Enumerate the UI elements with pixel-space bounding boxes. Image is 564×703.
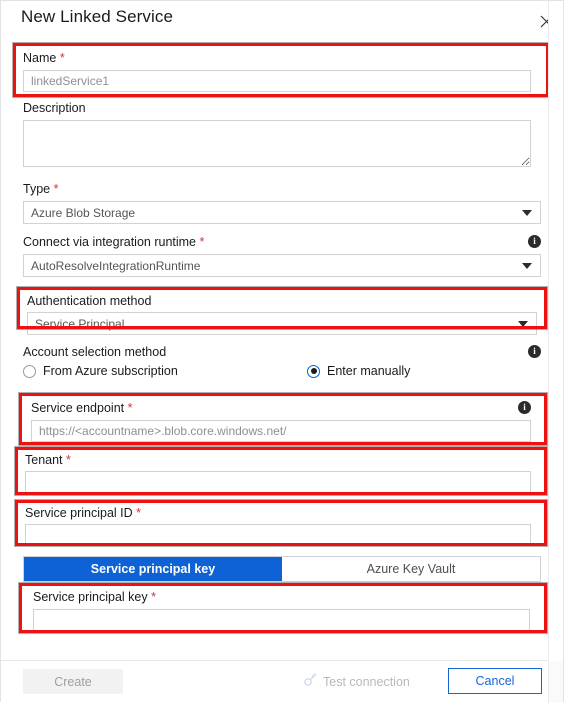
tab-azure-key-vault[interactable]: Azure Key Vault	[282, 557, 540, 581]
credential-tab-group: Service principal key Azure Key Vault	[23, 556, 541, 582]
required-marker: *	[151, 590, 156, 604]
integration-runtime-label: Connect via integration runtime *	[23, 235, 205, 249]
cancel-label: Cancel	[475, 674, 515, 688]
tab-service-principal-key[interactable]: Service principal key	[24, 557, 282, 581]
chevron-down-icon	[518, 320, 528, 327]
account-selection-label: Account selection method	[23, 345, 167, 359]
required-marker: *	[53, 182, 59, 196]
field-integration-runtime: Connect via integration runtime * i Auto…	[23, 235, 541, 277]
radio-label: Enter manually	[327, 364, 411, 378]
new-linked-service-dialog: New Linked Service Name * Description Ty…	[0, 0, 564, 703]
radio-enter-manually[interactable]: Enter manually	[307, 364, 410, 378]
description-label: Description	[23, 101, 86, 115]
field-service-endpoint: Service endpoint * i	[31, 401, 531, 442]
chevron-down-icon	[522, 209, 532, 216]
field-service-principal-id: Service principal ID *	[25, 506, 531, 546]
field-description: Description	[23, 101, 531, 167]
description-textarea[interactable]	[23, 120, 531, 167]
info-icon[interactable]: i	[518, 401, 531, 414]
auth-method-dropdown[interactable]: Service Principal	[27, 312, 537, 335]
footer-gutter	[548, 661, 563, 703]
auth-method-value: Service Principal	[35, 316, 125, 331]
service-endpoint-label: Service endpoint *	[31, 401, 133, 415]
service-principal-id-input[interactable]	[25, 524, 531, 546]
required-marker: *	[59, 51, 65, 65]
test-connection-label: Test connection	[323, 674, 410, 689]
type-value: Azure Blob Storage	[31, 205, 136, 220]
name-input[interactable]	[23, 70, 531, 92]
test-connection-button[interactable]: Test connection	[303, 669, 410, 694]
integration-runtime-dropdown[interactable]: AutoResolveIntegrationRuntime	[23, 254, 541, 277]
tenant-input[interactable]	[25, 471, 531, 493]
info-icon[interactable]: i	[528, 235, 541, 248]
radio-from-azure-subscription[interactable]: From Azure subscription	[23, 364, 178, 378]
required-marker: *	[66, 453, 71, 467]
field-type: Type * Azure Blob Storage	[23, 182, 541, 224]
radio-indicator	[307, 364, 320, 378]
type-dropdown[interactable]: Azure Blob Storage	[23, 201, 541, 224]
type-label: Type *	[23, 182, 59, 196]
required-marker: *	[199, 235, 205, 249]
create-button[interactable]: Create	[23, 669, 123, 694]
page-title: New Linked Service	[21, 7, 174, 26]
dialog-body: Name * Description Type * Azure Blob Sto…	[1, 39, 550, 661]
dialog-footer: Create Test connection Cancel	[1, 661, 550, 702]
dialog-header: New Linked Service	[1, 1, 552, 39]
required-marker: *	[127, 401, 133, 415]
service-principal-id-label: Service principal ID *	[25, 506, 142, 520]
field-tenant: Tenant *	[25, 453, 531, 493]
tenant-label: Tenant *	[25, 453, 71, 467]
chevron-down-icon	[522, 262, 532, 269]
name-label: Name *	[23, 51, 65, 65]
service-endpoint-input[interactable]	[31, 420, 531, 442]
field-service-principal-key: Service principal key *	[33, 590, 530, 631]
info-icon[interactable]: i	[528, 345, 541, 358]
required-marker: *	[136, 506, 142, 520]
auth-method-label: Authentication method	[27, 294, 152, 308]
service-principal-key-input[interactable]	[33, 609, 530, 631]
field-account-selection: Account selection method i	[23, 345, 541, 360]
radio-indicator	[23, 364, 36, 378]
service-principal-key-label: Service principal key *	[33, 590, 156, 604]
field-auth-method: Authentication method Service Principal	[27, 294, 537, 335]
scroll-gutter[interactable]	[548, 1, 563, 703]
integration-runtime-value: AutoResolveIntegrationRuntime	[31, 258, 201, 273]
cancel-button[interactable]: Cancel	[448, 668, 542, 694]
field-name: Name *	[23, 51, 531, 92]
radio-label: From Azure subscription	[43, 364, 178, 378]
plug-icon	[303, 673, 317, 690]
